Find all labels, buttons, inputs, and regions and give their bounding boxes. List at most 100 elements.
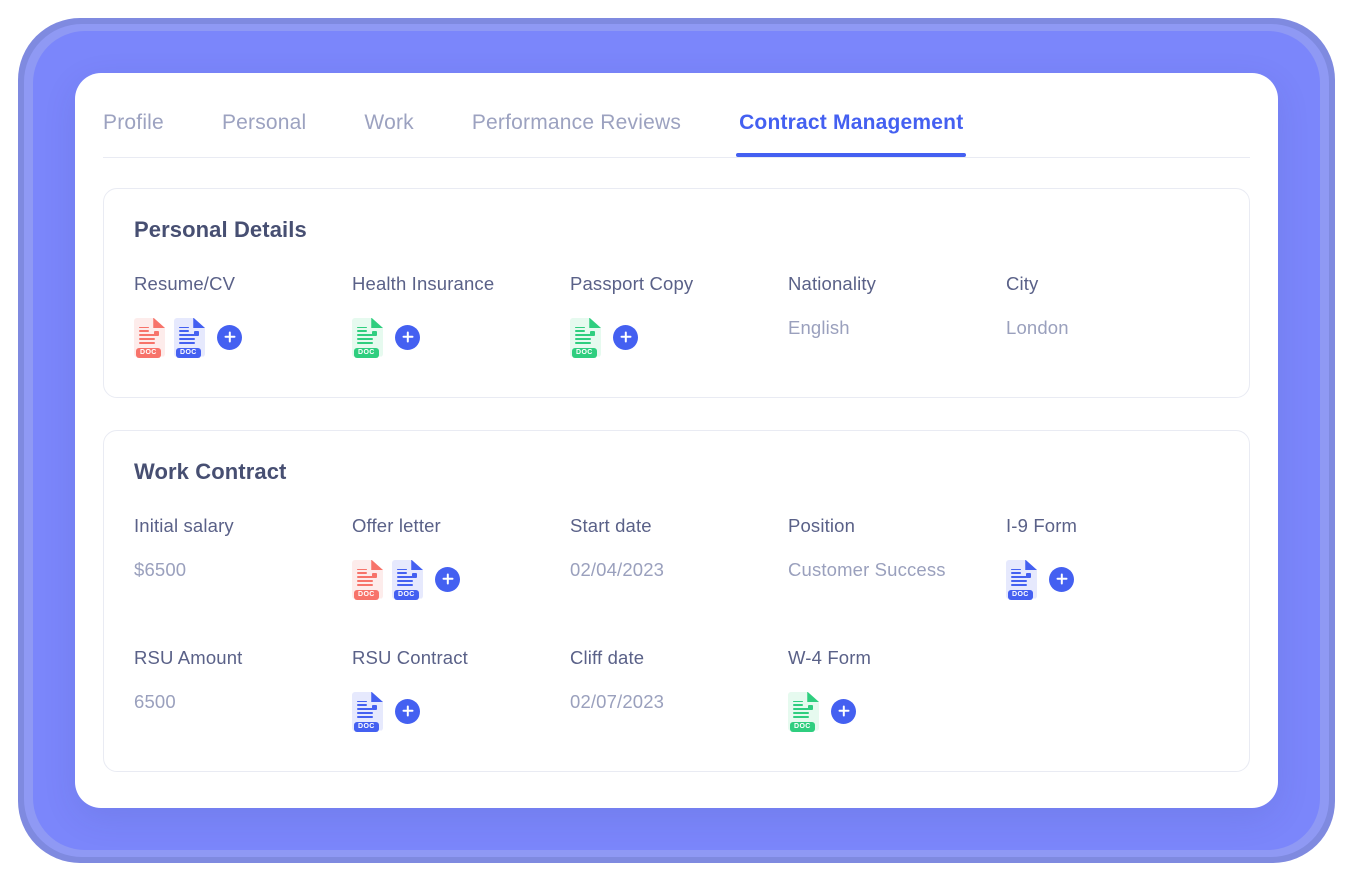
tab-bar: Profile Personal Work Performance Reviews Co… — [103, 73, 1250, 158]
field-value: $6500 — [134, 559, 187, 580]
document-text-lines — [397, 568, 413, 588]
field-rsu-contract: RSU Contract DOC — [352, 647, 570, 732]
add-document-button[interactable] — [395, 324, 420, 350]
document-text-lines — [1011, 568, 1027, 588]
field-label: Health Insurance — [352, 273, 495, 294]
tab-work[interactable]: Work — [364, 111, 413, 156]
field-initial-salary: Initial salary $6500 — [134, 515, 352, 599]
field-label: Position — [788, 515, 856, 536]
document-icon[interactable]: DOC — [392, 559, 423, 600]
field-start-date: Start date 02/04/2023 — [570, 515, 788, 599]
add-document-button[interactable] — [613, 324, 638, 350]
document-icon[interactable]: DOC — [570, 317, 601, 358]
field-label: Resume/CV — [134, 273, 236, 294]
document-type-badge: DOC — [354, 589, 379, 600]
document-icon[interactable]: DOC — [352, 559, 383, 600]
document-accent-block — [154, 330, 159, 336]
field-cliff-date: Cliff date 02/07/2023 — [570, 647, 788, 731]
panel-work-contract: Work Contract Initial salary $6500 Offer le… — [103, 430, 1250, 772]
document-text-lines — [357, 326, 373, 346]
field-value: 02/07/2023 — [570, 691, 665, 712]
document-type-badge: DOC — [354, 721, 379, 732]
add-document-button[interactable] — [1049, 566, 1074, 592]
field-w-4-form: W-4 Form DOC — [788, 647, 1006, 732]
field-label: City — [1006, 273, 1039, 294]
document-type-badge: DOC — [354, 347, 379, 358]
panel-title: Work Contract — [134, 459, 287, 484]
field-label: Cliff date — [570, 647, 645, 668]
field-label: W-4 Form — [788, 647, 872, 668]
field-label: Start date — [570, 515, 652, 536]
tab-performance-reviews[interactable]: Performance Reviews — [472, 111, 681, 156]
add-document-button[interactable] — [831, 698, 856, 724]
document-icon[interactable]: DOC — [134, 317, 165, 358]
field-position: Position Customer Success — [788, 515, 1006, 599]
panel-title: Personal Details — [134, 217, 307, 242]
add-document-button[interactable] — [217, 324, 242, 350]
document-type-badge: DOC — [136, 347, 161, 358]
field-nationality: Nationality English — [788, 273, 1006, 357]
document-list: DOC — [352, 691, 570, 732]
field-i-9-form: I-9 Form DOC — [1006, 515, 1224, 600]
panel-personal-details: Personal Details Resume/CV DOC DOC Health In… — [103, 188, 1250, 398]
document-accent-block — [194, 330, 199, 336]
field-row: Initial salary $6500 Offer letter DOC DOC Sta… — [134, 515, 1219, 600]
document-type-badge: DOC — [176, 347, 201, 358]
field-empty — [1006, 647, 1224, 731]
field-city: City London — [1006, 273, 1224, 357]
document-list: DOC DOC — [134, 317, 352, 358]
tab-profile[interactable]: Profile — [103, 111, 164, 156]
field-row: Resume/CV DOC DOC Health Insurance DOC Passpo… — [134, 273, 1219, 358]
document-text-lines — [793, 700, 809, 720]
field-label: Nationality — [788, 273, 877, 294]
document-accent-block — [372, 704, 377, 710]
document-list: DOC — [352, 317, 570, 358]
field-value: 02/04/2023 — [570, 559, 665, 580]
document-text-lines — [139, 326, 155, 346]
employee-record-card: Profile Personal Work Performance Reviews Co… — [75, 73, 1278, 808]
document-icon[interactable]: DOC — [352, 317, 383, 358]
document-type-badge: DOC — [790, 721, 815, 732]
field-offer-letter: Offer letter DOC DOC — [352, 515, 570, 600]
field-value: Customer Success — [788, 559, 946, 580]
document-icon[interactable]: DOC — [174, 317, 205, 358]
document-accent-block — [590, 330, 595, 336]
document-text-lines — [575, 326, 591, 346]
document-icon[interactable]: DOC — [352, 691, 383, 732]
document-type-badge: DOC — [572, 347, 597, 358]
panel-container: Personal Details Resume/CV DOC DOC Health In… — [75, 158, 1278, 772]
document-icon[interactable]: DOC — [788, 691, 819, 732]
document-text-lines — [357, 568, 373, 588]
field-label: Passport Copy — [570, 273, 694, 294]
field-value: English — [788, 317, 850, 338]
field-resume-cv: Resume/CV DOC DOC — [134, 273, 352, 358]
tab-personal[interactable]: Personal — [222, 111, 306, 156]
document-list: DOC — [570, 317, 788, 358]
field-label: Initial salary — [134, 515, 234, 536]
add-document-button[interactable] — [395, 698, 420, 724]
field-label: Offer letter — [352, 515, 441, 536]
field-value: 6500 — [134, 691, 176, 712]
document-accent-block — [808, 704, 813, 710]
document-list: DOC — [788, 691, 1006, 732]
tab-contract-management[interactable]: Contract Management — [736, 111, 967, 157]
document-type-badge: DOC — [394, 589, 419, 600]
document-accent-block — [372, 330, 377, 336]
field-label: RSU Amount — [134, 647, 243, 668]
document-icon[interactable]: DOC — [1006, 559, 1037, 600]
document-accent-block — [1026, 572, 1031, 578]
field-label: RSU Contract — [352, 647, 468, 668]
field-passport-copy: Passport Copy DOC — [570, 273, 788, 358]
document-type-badge: DOC — [1008, 589, 1033, 600]
document-text-lines — [179, 326, 195, 346]
field-row: RSU Amount 6500 RSU Contract DOC Cliff date 0… — [134, 647, 1219, 732]
add-document-button[interactable] — [435, 566, 460, 592]
document-list: DOC DOC — [352, 559, 570, 600]
field-value: London — [1006, 317, 1069, 338]
document-accent-block — [412, 572, 417, 578]
document-accent-block — [372, 572, 377, 578]
field-health-insurance: Health Insurance DOC — [352, 273, 570, 358]
document-list: DOC — [1006, 559, 1224, 600]
field-rsu-amount: RSU Amount 6500 — [134, 647, 352, 731]
app-stage: Profile Personal Work Performance Reviews Co… — [0, 0, 1353, 881]
